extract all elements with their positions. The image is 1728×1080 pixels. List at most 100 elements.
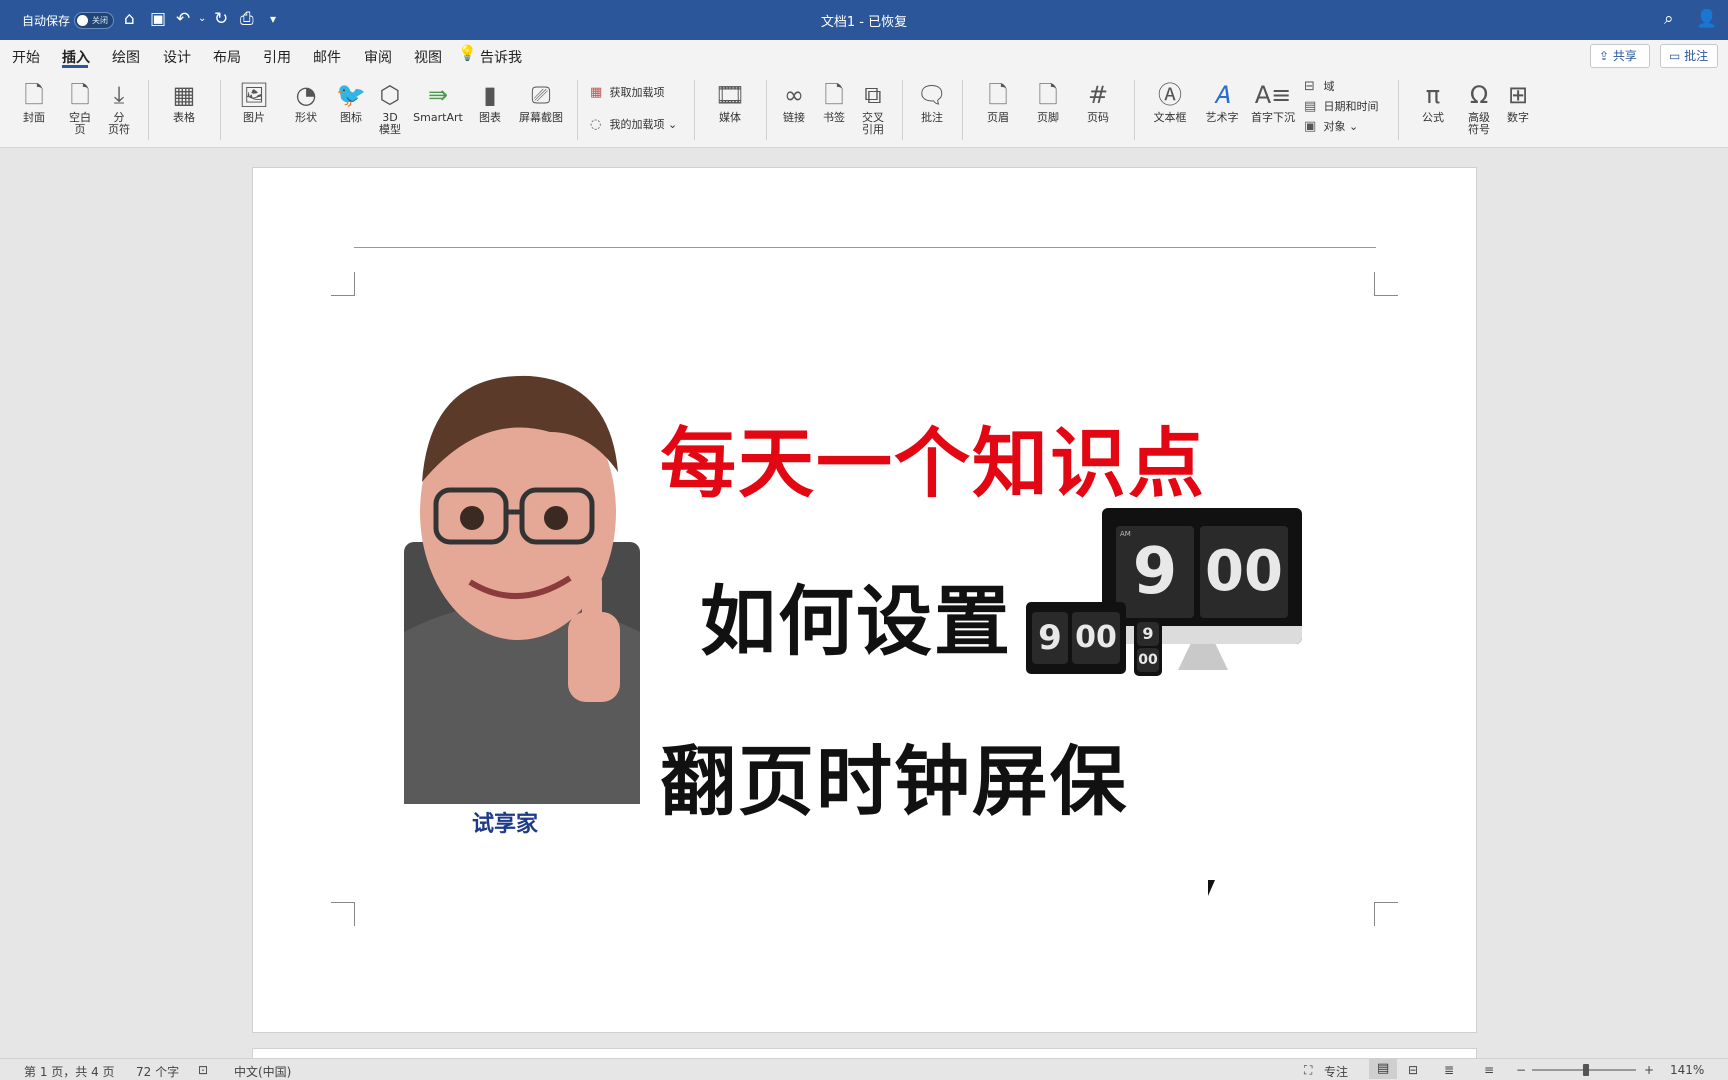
page-count[interactable]: 第 1 页，共 4 页	[24, 1063, 115, 1080]
comments-button[interactable]: ▭ 批注	[1660, 44, 1718, 68]
media-icon: 🎞	[714, 81, 746, 109]
bookmark-button[interactable]: 🗋 书签	[816, 78, 852, 124]
page-break-button[interactable]: ⤓ 分页符	[100, 78, 138, 136]
zoom-slider-thumb[interactable]	[1583, 1064, 1589, 1076]
cross-reference-button[interactable]: ⧉ 交叉 引用	[854, 78, 892, 136]
pi-icon: π	[1425, 81, 1441, 109]
drop-cap-label: 首字下沉	[1251, 111, 1295, 124]
print-layout-icon: ▤	[1377, 1061, 1390, 1076]
account-icon[interactable]: 👤	[1696, 9, 1717, 29]
status-bar: 第 1 页，共 4 页 72 个字 ⊡ 中文(中国) ⛶ 专注 ⊟ ≣ ≡ − …	[0, 1058, 1728, 1080]
tab-mailings[interactable]: 邮件	[313, 47, 341, 67]
share-button[interactable]: ⇪ 共享	[1590, 44, 1650, 68]
language-indicator[interactable]: 中文(中国)	[234, 1063, 291, 1080]
zoom-out-icon[interactable]: −	[1516, 1063, 1526, 1077]
smartart-icon: ⇛	[427, 81, 449, 109]
media-button[interactable]: 🎞 媒体	[706, 78, 754, 124]
web-layout-icon[interactable]: ⊟	[1408, 1063, 1418, 1077]
monitor-chin	[1102, 626, 1302, 644]
chart-button[interactable]: ▮ 图表	[470, 78, 510, 124]
smartart-button[interactable]: ⇛ SmartArt	[410, 78, 466, 124]
icons-button[interactable]: 🐦 图标	[332, 78, 370, 124]
word-count[interactable]: 72 个字	[136, 1063, 179, 1080]
cover-page-button[interactable]: 🗋 封面	[14, 78, 54, 124]
cube-icon: ⬡	[379, 81, 401, 109]
field-button[interactable]: ⊟ 域	[1304, 78, 1335, 94]
tab-home[interactable]: 开始	[12, 47, 40, 67]
drop-cap-icon: A≡	[1254, 81, 1292, 109]
focus-label[interactable]: 专注	[1324, 1063, 1348, 1080]
blank-page-button[interactable]: 🗋 空白页	[62, 78, 98, 136]
ribbon-separator	[1398, 80, 1399, 140]
field-icon: ⊟	[1304, 79, 1315, 94]
wordart-button[interactable]: 𝐴 艺术字	[1200, 78, 1244, 124]
field-label: 域	[1323, 80, 1335, 93]
shapes-icon: ◔	[295, 81, 317, 109]
cover-image[interactable]: 试享家 每天一个知识点 如何设置 翻页时钟屏保 9 00 AM 9 00 9 0…	[400, 372, 1320, 852]
textbox-button[interactable]: Ⓐ 文本框	[1144, 78, 1196, 124]
comment-button[interactable]: 🗨 批注	[912, 78, 952, 124]
shapes-button[interactable]: ◔ 形状	[284, 78, 328, 124]
zoom-level[interactable]: 141%	[1670, 1063, 1704, 1077]
pictures-button[interactable]: 🖼 图片	[232, 78, 276, 124]
media-label: 媒体	[719, 111, 741, 124]
page-break-label-2: 页符	[108, 123, 130, 136]
bar-chart-icon: ▮	[483, 81, 497, 109]
footer-button[interactable]: 🗋 页脚	[1026, 78, 1070, 124]
screenshot-button[interactable]: ⎚ 屏幕截图	[514, 78, 568, 124]
phone-clock-hour: 9	[1137, 622, 1159, 646]
zoom-in-icon[interactable]: +	[1644, 1063, 1654, 1077]
search-icon[interactable]: ⌕	[1664, 9, 1674, 29]
screenshot-label: 屏幕截图	[519, 111, 563, 124]
cover-page-label: 封面	[23, 111, 45, 124]
tab-insert[interactable]: 插入	[62, 47, 90, 67]
advanced-symbol-button[interactable]: Ω 高级 符号	[1462, 78, 1496, 136]
proofing-icon[interactable]: ⊡	[198, 1063, 208, 1077]
number-button[interactable]: ⊞ 数字	[1500, 78, 1536, 124]
tab-draw[interactable]: 绘图	[112, 47, 140, 67]
table-button[interactable]: ▦ 表格	[160, 78, 208, 124]
monitor-stand	[1178, 644, 1228, 670]
object-button[interactable]: ▣ 对象 ⌄	[1304, 118, 1358, 134]
headline-daily-tip: 每天一个知识点	[660, 419, 1206, 508]
ribbon-separator	[1134, 80, 1135, 140]
object-label: 对象	[1323, 120, 1346, 133]
get-addins-button[interactable]: ▦ 获取加载项	[590, 84, 665, 100]
tab-review[interactable]: 审阅	[364, 47, 392, 67]
comment-label: 批注	[921, 111, 943, 124]
comments-label: 批注	[1684, 49, 1709, 63]
avatar-caption: 试享家	[472, 812, 539, 837]
page-break-icon: ⤓	[113, 81, 125, 109]
header-label: 页眉	[987, 111, 1009, 124]
bookmark-icon: 🗋	[824, 81, 844, 109]
pictures-label: 图片	[243, 111, 265, 124]
tell-me-search[interactable]: 告诉我	[480, 47, 522, 67]
tab-design[interactable]: 设计	[163, 47, 191, 67]
focus-icon[interactable]: ⛶	[1304, 1063, 1312, 1078]
cross-reference-label-2: 引用	[862, 123, 884, 136]
outline-view-icon[interactable]: ≣	[1444, 1063, 1454, 1077]
print-layout-view-button[interactable]: ▤	[1369, 1059, 1397, 1079]
draft-view-icon[interactable]: ≡	[1484, 1063, 1494, 1077]
cross-reference-icon: ⧉	[864, 81, 882, 109]
drop-cap-button[interactable]: A≡ 首字下沉	[1248, 78, 1298, 124]
date-time-button[interactable]: ▤ 日期和时间	[1304, 98, 1379, 114]
tab-layout[interactable]: 布局	[213, 47, 241, 67]
ribbon-separator	[694, 80, 695, 140]
link-button[interactable]: ∞ 链接	[776, 78, 812, 124]
header-button[interactable]: 🗋 页眉	[976, 78, 1020, 124]
number-label: 数字	[1507, 111, 1529, 124]
page-number-button[interactable]: # 页码	[1076, 78, 1120, 124]
wordart-label: 艺术字	[1205, 111, 1239, 124]
3d-models-button[interactable]: ⬡ 3D 模型	[372, 78, 408, 136]
my-addins-button[interactable]: ◌ 我的加载项 ⌄	[590, 116, 677, 132]
camera-icon: ⎚	[531, 81, 551, 109]
equation-button[interactable]: π 公式	[1410, 78, 1456, 124]
get-addins-label: 获取加载项	[609, 86, 665, 99]
smartart-label: SmartArt	[413, 111, 463, 124]
imac-flip-clock: 9 00 AM	[1102, 508, 1302, 644]
header-icon: 🗋	[988, 81, 1008, 109]
margin-mark	[1374, 272, 1398, 296]
tab-view[interactable]: 视图	[414, 47, 442, 67]
tab-references[interactable]: 引用	[263, 47, 291, 67]
